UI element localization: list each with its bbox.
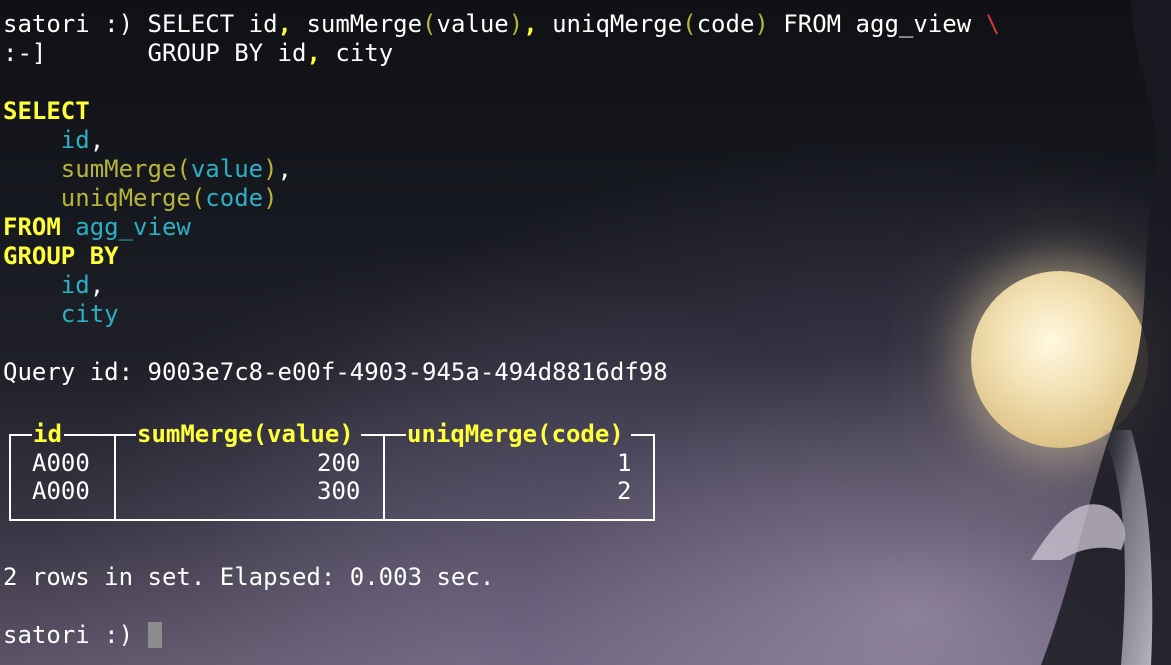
formatted-col2: sumMerge(value), bbox=[60, 155, 292, 183]
terminal-output: satori :) SELECT id, sumMerge(value), un… bbox=[3, 10, 1163, 387]
formatted-col1: id, bbox=[60, 126, 105, 154]
table-cell: 300 bbox=[317, 477, 361, 505]
table-header-summerge: sumMerge(value) bbox=[137, 420, 354, 448]
formatted-group-col2: city bbox=[60, 300, 119, 328]
formatted-group-by: GROUP BY bbox=[3, 242, 119, 270]
text-cursor[interactable] bbox=[147, 622, 162, 648]
formatted-group-col1: id, bbox=[60, 271, 105, 299]
continuation-prompt: :-] bbox=[3, 39, 47, 67]
result-table: id sumMerge(value) uniqMerge(code) A000 … bbox=[9, 420, 655, 521]
formatted-select: SELECT bbox=[3, 97, 90, 125]
result-summary: 2 rows in set. Elapsed: 0.003 sec. bbox=[3, 563, 495, 591]
table-cell: 200 bbox=[317, 449, 361, 477]
prompt: satori :) bbox=[3, 621, 134, 649]
table-cell: A000 bbox=[32, 477, 90, 505]
query-id: Query id: 9003e7c8-e00f-4903-945a-494d88… bbox=[3, 358, 668, 386]
formatted-col3: uniqMerge(code) bbox=[60, 184, 278, 212]
input-line[interactable]: satori :) bbox=[3, 621, 162, 650]
table-cell: 2 bbox=[617, 477, 632, 505]
prompt: satori :) bbox=[3, 10, 134, 38]
formatted-from: FROM agg_view bbox=[3, 213, 191, 241]
command-line-1: satori :) SELECT id, sumMerge(value), un… bbox=[3, 10, 1001, 38]
table-header-uniqmerge: uniqMerge(code) bbox=[407, 420, 624, 448]
table-cell: A000 bbox=[32, 449, 90, 477]
table-cell: 1 bbox=[617, 449, 632, 477]
command-line-2: :-] GROUP BY id, city bbox=[3, 39, 394, 67]
table-header-id: id bbox=[33, 420, 62, 448]
